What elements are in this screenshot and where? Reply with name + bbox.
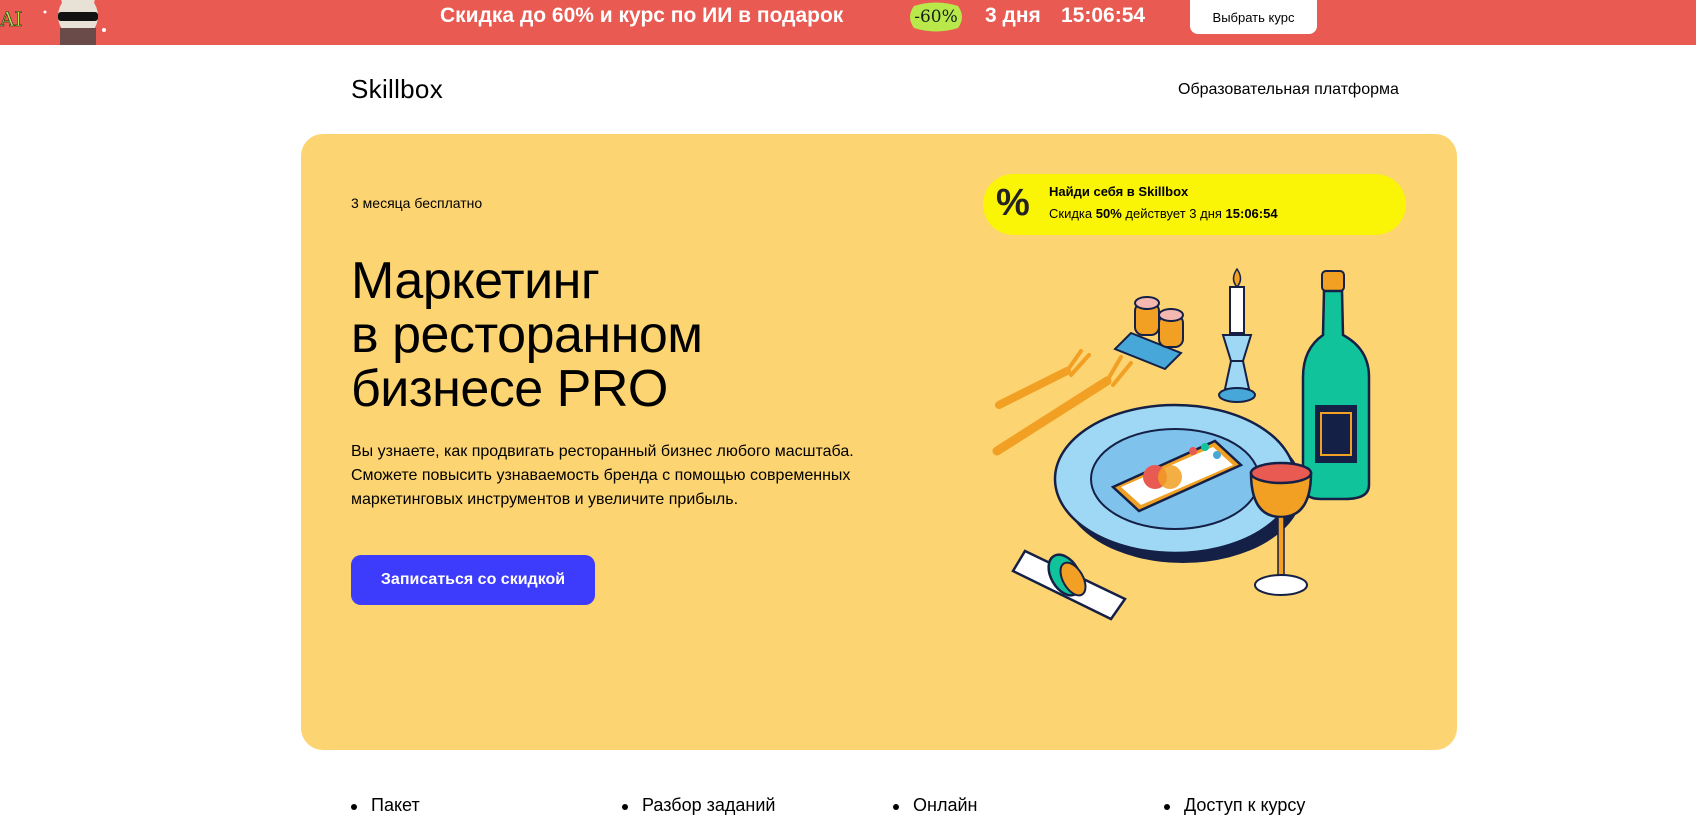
choose-course-button[interactable]: Выбрать курс <box>1190 0 1317 34</box>
course-description: Вы узнаете, как продвигать ресторанный б… <box>351 440 911 512</box>
discount-prefix: Скидка <box>1049 206 1096 221</box>
course-title-line: Маркетинг <box>351 252 600 310</box>
promo-timer: 15:06:54 <box>1061 4 1146 27</box>
discount-pill[interactable] <box>983 174 1406 235</box>
enroll-with-discount-button[interactable]: Записаться со скидкой <box>351 555 595 605</box>
promo-banner[interactable]: AI Скидка до 60% и курс по ИИ в подарок … <box>0 0 1696 45</box>
course-title-line: бизнесе PRO <box>351 360 668 418</box>
promo-days: 3 дня <box>985 4 1041 27</box>
course-description-line: Сможете повысить узнаваемость бренда с п… <box>351 467 851 484</box>
course-title: Маркетинг в ресторанном бизнесе PRO <box>351 254 911 416</box>
feature-item: Онлайн <box>892 795 978 815</box>
features-list: Пакет Разбор заданий Онлайн Доступ к кур… <box>0 795 1696 815</box>
discount-timer: 15:06:54 <box>1225 206 1278 221</box>
percent-icon: % <box>996 182 1030 224</box>
course-title-line: в ресторанном <box>351 306 703 364</box>
skillbox-logo[interactable]: Skillbox <box>351 74 443 105</box>
mascot-ai-label: AI <box>0 7 22 31</box>
course-description-line: Вы узнаете, как продвигать ресторанный б… <box>351 443 854 460</box>
discount-title: Найди себя в Skillbox <box>1049 184 1189 199</box>
hero-eyebrow: 3 месяца бесплатно <box>351 195 483 211</box>
course-description-line: маркетинговых инструментов и увеличите п… <box>351 491 739 508</box>
promo-badge-label: -60% <box>914 7 958 27</box>
napkin-icon <box>1011 549 1127 621</box>
discount-middle: действует 3 дня <box>1121 206 1226 221</box>
wine-bottle-icon <box>1301 270 1371 501</box>
rabbit-mascot-icon: AI <box>0 0 106 45</box>
discount-line: Скидка 50% действует 3 дня 15:06:54 <box>1049 206 1278 221</box>
promo-text: Скидка до 60% и курс по ИИ в подарок <box>440 4 844 27</box>
candle-icon <box>1218 267 1256 403</box>
feature-item: Пакет <box>351 795 420 815</box>
salt-pepper-icon <box>1113 296 1184 371</box>
restaurant-table-illustration <box>992 267 1371 621</box>
education-platform-link[interactable]: Образовательная платформа <box>1178 81 1399 99</box>
feature-item: Доступ к курсу <box>1163 795 1306 815</box>
feature-item: Разбор заданий <box>621 795 776 815</box>
discount-percent: 50% <box>1095 206 1122 221</box>
